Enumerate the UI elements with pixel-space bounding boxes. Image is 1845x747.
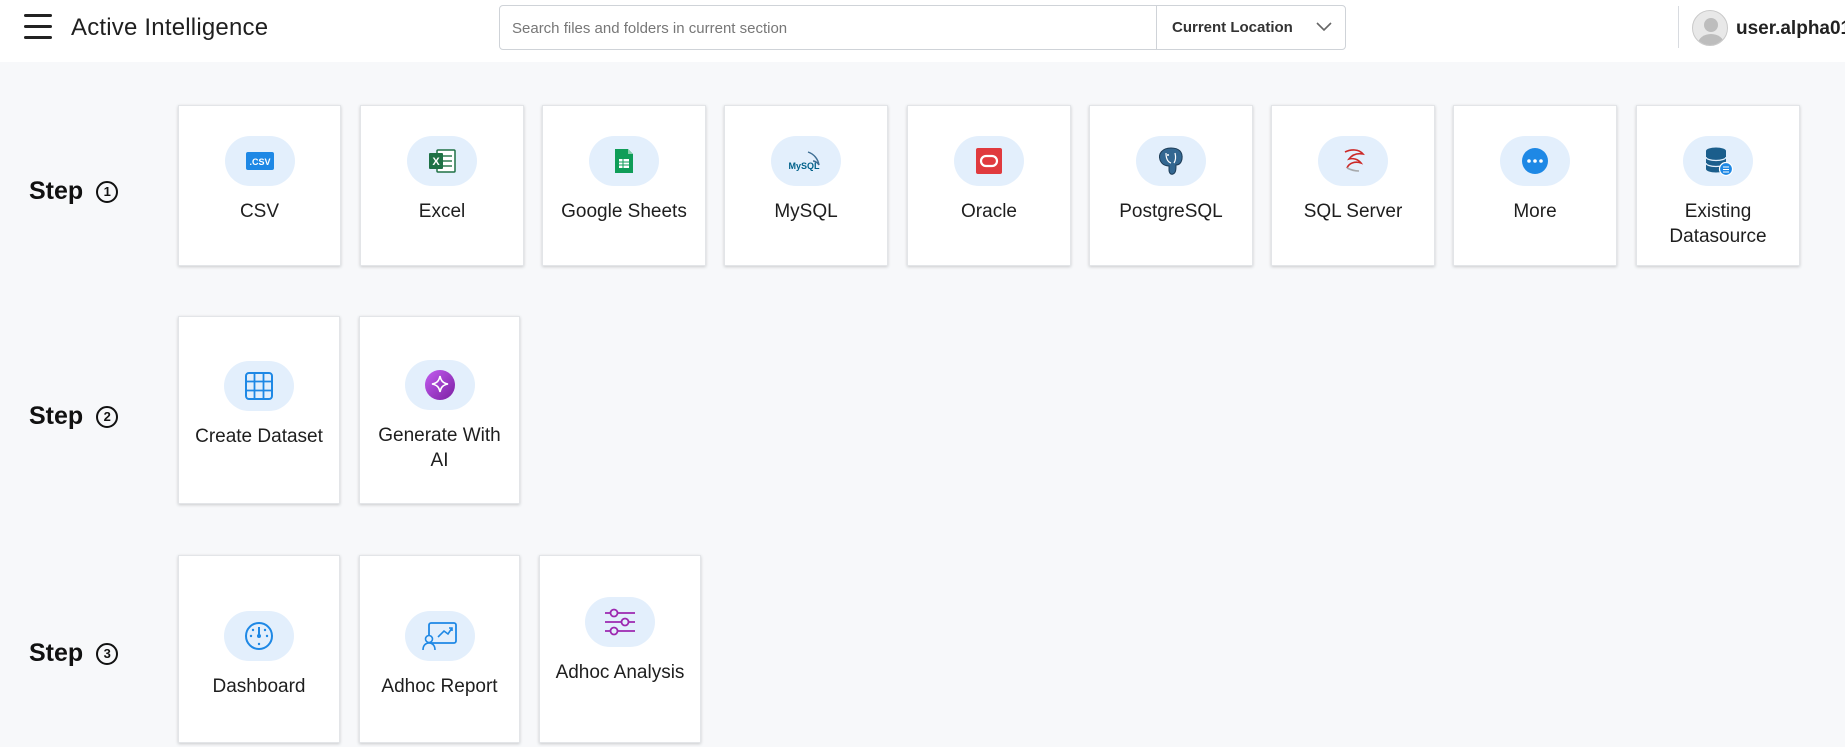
step-1-text: Step <box>29 177 84 205</box>
step-1-number: 1 <box>96 180 119 203</box>
svg-text:MySQL: MySQL <box>788 161 820 171</box>
user-divider <box>1678 6 1679 48</box>
create-dataset-card[interactable]: Create Dataset <box>178 316 340 504</box>
sql-server-card[interactable]: SQL Server <box>1271 105 1435 266</box>
more-card[interactable]: More <box>1453 105 1617 266</box>
oracle-icon <box>954 136 1024 186</box>
adhoc-report-icon <box>404 611 475 661</box>
search-input[interactable] <box>510 6 1154 51</box>
postgresql-card[interactable]: PostgreSQL <box>1089 105 1253 266</box>
step-2-number: 2 <box>96 405 119 428</box>
google-sheets-icon <box>589 136 659 186</box>
excel-icon: X <box>407 136 477 186</box>
location-select[interactable]: Current Location <box>1157 6 1345 49</box>
card-label: Adhoc Analysis <box>555 662 685 683</box>
csv-card[interactable]: .CSV CSV <box>178 105 341 266</box>
card-label: Existing Datasource <box>1669 201 1767 247</box>
ai-sparkle-icon <box>404 360 475 410</box>
sliders-icon <box>585 597 655 647</box>
card-label: CSV <box>239 201 280 222</box>
grid-table-icon <box>224 361 294 411</box>
existing-datasource-card[interactable]: Existing Datasource <box>1636 105 1800 266</box>
step-3-text: Step <box>29 639 84 667</box>
step-3-number: 3 <box>96 642 119 665</box>
generate-with-ai-card[interactable]: Generate With AI <box>359 316 520 504</box>
card-label: MySQL <box>774 201 838 222</box>
username[interactable]: user.alpha01 <box>1736 18 1845 40</box>
step-3-label: Step 3 <box>29 639 119 668</box>
svg-text:X: X <box>432 156 440 168</box>
card-label: Google Sheets <box>561 201 687 222</box>
dashboard-gauge-icon <box>224 611 294 661</box>
adhoc-report-card[interactable]: Adhoc Report <box>359 555 520 743</box>
step-2-label: Step 2 <box>29 402 119 431</box>
google-sheets-card[interactable]: Google Sheets <box>542 105 706 266</box>
hamburger-menu-icon[interactable] <box>24 14 52 40</box>
svg-text:.CSV: .CSV <box>249 157 270 167</box>
mysql-card[interactable]: MySQL MySQL <box>724 105 888 266</box>
card-label: Oracle <box>961 201 1017 222</box>
card-label: Generate With AI <box>378 425 501 471</box>
card-label: Create Dataset <box>195 426 323 447</box>
chevron-down-icon <box>1316 22 1332 32</box>
postgresql-icon <box>1136 136 1206 186</box>
step-2-text: Step <box>29 402 84 430</box>
more-icon <box>1500 136 1570 186</box>
card-label: PostgreSQL <box>1119 201 1223 222</box>
step-1-label: Step 1 <box>29 177 119 206</box>
oracle-card[interactable]: Oracle <box>907 105 1071 266</box>
card-label: More <box>1513 201 1557 222</box>
top-header: Active Intelligence Current Location use… <box>0 0 1845 62</box>
card-label: Dashboard <box>212 676 306 697</box>
csv-icon: .CSV <box>224 136 295 186</box>
sql-server-icon <box>1318 136 1388 186</box>
app-title: Active Intelligence <box>71 14 269 41</box>
adhoc-analysis-card[interactable]: Adhoc Analysis <box>539 555 701 743</box>
excel-card[interactable]: X Excel <box>360 105 524 266</box>
mysql-icon: MySQL <box>771 136 841 186</box>
card-label: Adhoc Report <box>381 676 498 697</box>
card-label: Excel <box>418 201 466 222</box>
location-select-label: Current Location <box>1172 19 1293 36</box>
database-icon <box>1683 136 1753 186</box>
user-avatar-icon[interactable] <box>1692 10 1728 46</box>
search-bar: Current Location <box>499 5 1346 51</box>
dashboard-card[interactable]: Dashboard <box>178 555 340 743</box>
card-label: SQL Server <box>1303 201 1403 222</box>
